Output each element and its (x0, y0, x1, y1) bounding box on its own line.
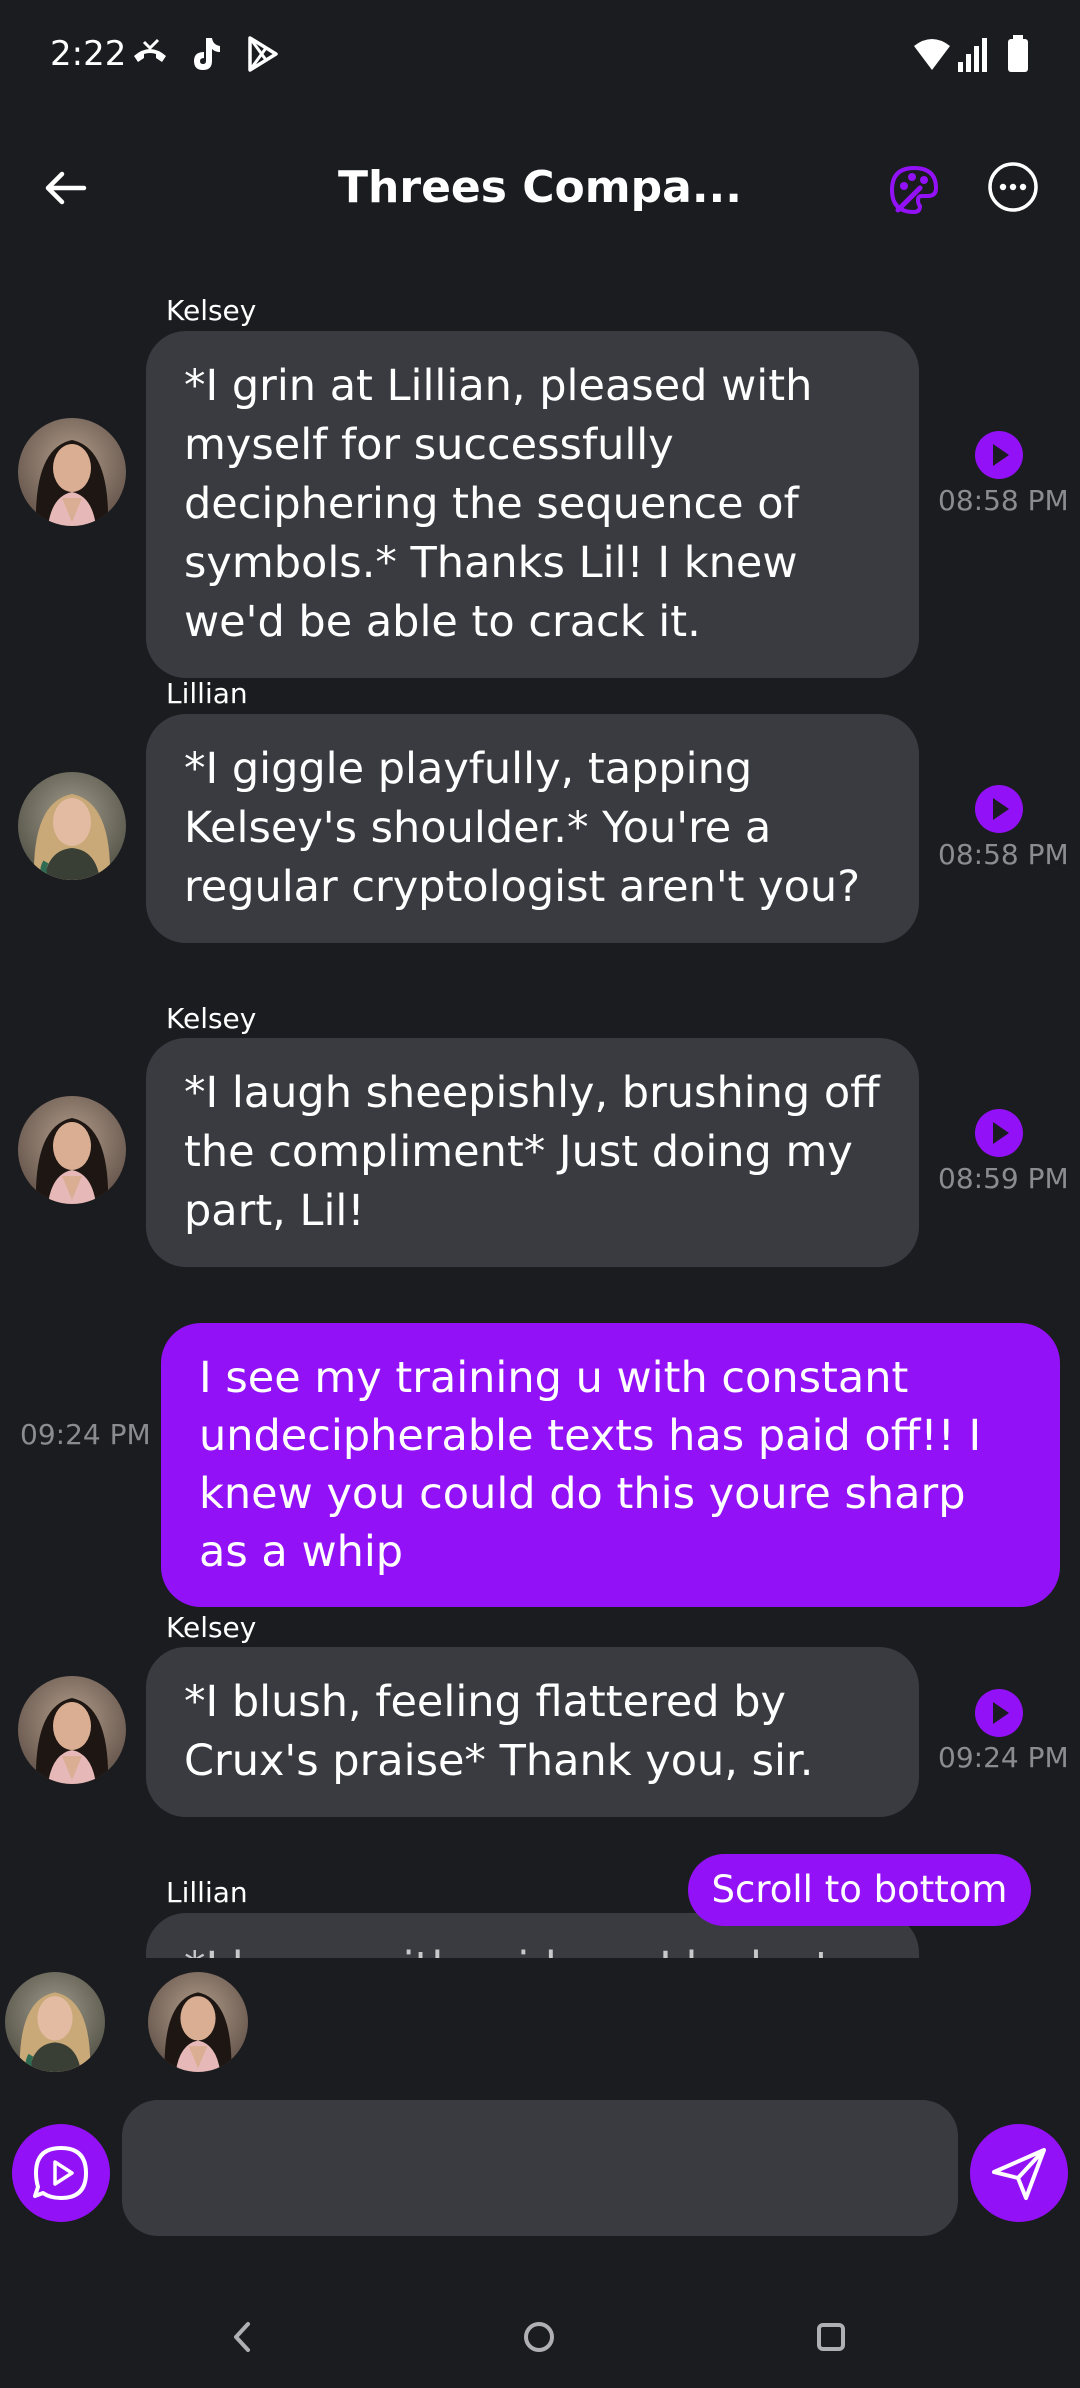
play-audio-icon[interactable] (974, 430, 1024, 480)
avatar-kelsey[interactable] (18, 1676, 126, 1784)
message-input[interactable] (122, 2100, 958, 2236)
message-time: 08:58 PM (938, 484, 1069, 517)
back-nav-icon[interactable] (218, 2312, 268, 2362)
palette-icon[interactable] (884, 160, 944, 220)
avatar-kelsey[interactable] (18, 1096, 126, 1204)
play-audio-icon[interactable] (974, 1108, 1024, 1158)
avatar-lillian[interactable] (18, 772, 126, 880)
message-bubble: *I grin at Lillian, pleased with myself … (146, 331, 919, 678)
voice-play-icon (33, 2146, 88, 2200)
status-time: 2:22 (50, 34, 127, 74)
send-button[interactable] (970, 2124, 1068, 2222)
scroll-to-bottom-button[interactable]: Scroll to bottom (688, 1854, 1031, 1926)
send-icon (992, 2148, 1046, 2200)
play-store-icon (248, 36, 278, 72)
sender-name: Kelsey (166, 1611, 257, 1644)
sender-name: Kelsey (166, 1002, 257, 1035)
message-bubble: *I blush, feeling flattered by Crux's pr… (146, 1647, 919, 1817)
missed-call-icon (134, 38, 166, 62)
message-bubble: *I giggle playfully, tapping Kelsey's sh… (146, 714, 919, 943)
message-time: 08:59 PM (938, 1162, 1069, 1195)
voice-message-button[interactable] (12, 2124, 110, 2222)
message-time: 09:24 PM (20, 1418, 151, 1451)
signal-icon (958, 38, 987, 72)
sender-name: Kelsey (166, 294, 257, 327)
participant-lillian[interactable] (5, 1972, 105, 2072)
chat-header: Threes Compa... (0, 140, 1080, 240)
system-nav-bar (0, 2290, 1080, 2388)
play-audio-icon[interactable] (974, 1688, 1024, 1738)
message-time: 09:24 PM (938, 1741, 1069, 1774)
status-bar: 2:22 (0, 0, 1080, 110)
more-horizontal-icon[interactable] (986, 160, 1040, 214)
recents-nav-icon[interactable] (806, 2312, 856, 2362)
user-message-bubble: I see my training u with constant undeci… (161, 1323, 1060, 1607)
play-audio-icon[interactable] (974, 784, 1024, 834)
home-nav-icon[interactable] (514, 2312, 564, 2362)
sender-name: Lillian (166, 677, 248, 710)
avatar-kelsey[interactable] (18, 418, 126, 526)
wifi-icon (914, 39, 950, 70)
tiktok-icon (194, 38, 220, 70)
battery-icon (1008, 35, 1028, 72)
participant-kelsey[interactable] (148, 1972, 248, 2072)
message-bubble: *I laugh sheepishly, brushing off the co… (146, 1038, 919, 1267)
message-time: 08:58 PM (938, 838, 1069, 871)
